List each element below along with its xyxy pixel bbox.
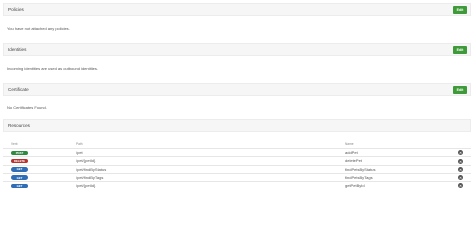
table-row: GET/pet/{petId} getPetById × [3, 181, 471, 189]
remove-icon[interactable]: × [458, 175, 463, 181]
certificate-panel-header: Certificate Edit [3, 83, 471, 96]
column-verb: Verb [11, 142, 18, 146]
resources-title: Resources [8, 123, 30, 128]
identities-body: Incoming identities are used as outbound… [7, 66, 98, 71]
table-row: GET/pet/findByTags findPetsByTags × [3, 172, 471, 181]
resource-name: findPetsByTags [345, 175, 373, 181]
identities-panel-header: Identities Edit [3, 43, 471, 56]
certificate-body: No Certificates Found. [7, 105, 47, 110]
policies-body: You have not attached any policies. [7, 26, 70, 31]
resources-table-header: Verb Path Name [3, 142, 471, 147]
remove-icon[interactable]: × [458, 166, 463, 172]
policies-panel-header: Policies Edit [3, 3, 471, 16]
identities-edit-button[interactable]: Edit [453, 45, 467, 54]
certificate-title: Certificate [8, 87, 29, 92]
identities-title: Identities [8, 47, 27, 52]
column-path: Path [76, 142, 83, 146]
verb-badge: GET [11, 183, 28, 189]
table-row: POST/pet addPet × [3, 148, 471, 156]
verb-badge: GET [11, 167, 28, 172]
table-row: GET/pet/findByStatus findPetsByStatus × [3, 164, 471, 173]
remove-icon[interactable]: × [458, 158, 463, 164]
verb-badge: POST [11, 150, 28, 155]
column-name: Name [345, 142, 354, 146]
resource-path: /pet/findByStatus [76, 166, 107, 172]
resource-path: /pet/findByTags [76, 175, 104, 181]
resources-panel-header: Resources [3, 119, 471, 132]
resource-name: addPet [345, 150, 358, 156]
page: Policies Edit You have not attached any … [0, 0, 474, 207]
table-row: DELETE/pet/{petId} deletePet × [3, 156, 471, 164]
resource-path: /pet/{petId} [76, 183, 96, 189]
policies-title: Policies [8, 7, 24, 12]
policies-edit-button[interactable]: Edit [453, 5, 467, 14]
resource-name: findPetsByStatus [345, 166, 376, 172]
remove-icon[interactable]: × [458, 183, 463, 189]
resource-name: getPetById [345, 183, 365, 189]
verb-badge: GET [11, 175, 28, 180]
verb-badge: DELETE [11, 158, 28, 164]
remove-icon[interactable]: × [458, 150, 463, 156]
resource-name: deletePet [345, 158, 362, 164]
certificate-edit-button[interactable]: Edit [453, 85, 467, 94]
resource-path: /pet [76, 150, 83, 156]
resource-path: /pet/{petId} [76, 158, 96, 164]
